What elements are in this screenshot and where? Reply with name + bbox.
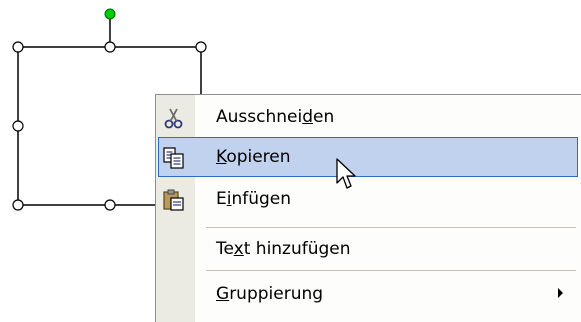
- resize-handle-w[interactable]: [12, 120, 24, 132]
- menu-item-grouping-label: Gruppierung: [216, 284, 324, 304]
- menu-item-paste-label: Einfügen: [216, 189, 292, 209]
- rotate-handle[interactable]: [104, 8, 116, 20]
- menu-item-add-text[interactable]: Text hinzufügen: [156, 229, 581, 269]
- copy-icon: [161, 145, 187, 171]
- menu-item-grouping[interactable]: Gruppierung: [156, 274, 581, 314]
- resize-handle-nw[interactable]: [12, 41, 24, 53]
- menu-item-add-text-label: Text hinzufügen: [216, 239, 351, 259]
- menu-item-paste[interactable]: Einfügen: [156, 179, 581, 219]
- resize-handle-sw[interactable]: [12, 199, 24, 211]
- scissors-icon: [161, 105, 187, 131]
- paste-icon: [161, 187, 187, 213]
- resize-handle-s[interactable]: [104, 199, 116, 211]
- resize-handle-n[interactable]: [104, 41, 116, 53]
- menu-item-copy[interactable]: Kopieren: [156, 137, 581, 177]
- menu-item-cut-label: Ausschneiden: [216, 107, 335, 127]
- menu-item-copy-label: Kopieren: [216, 147, 291, 167]
- menu-separator: [206, 270, 576, 271]
- resize-handle-ne[interactable]: [195, 41, 207, 53]
- menu-separator: [206, 227, 576, 228]
- context-menu: Ausschneiden Kopieren Einfügen Text hinz…: [155, 94, 581, 322]
- menu-item-cut[interactable]: Ausschneiden: [156, 97, 581, 137]
- stage: Ausschneiden Kopieren Einfügen Text hinz…: [0, 0, 581, 322]
- mouse-pointer-icon: [336, 158, 356, 189]
- submenu-arrow-icon: [558, 288, 563, 298]
